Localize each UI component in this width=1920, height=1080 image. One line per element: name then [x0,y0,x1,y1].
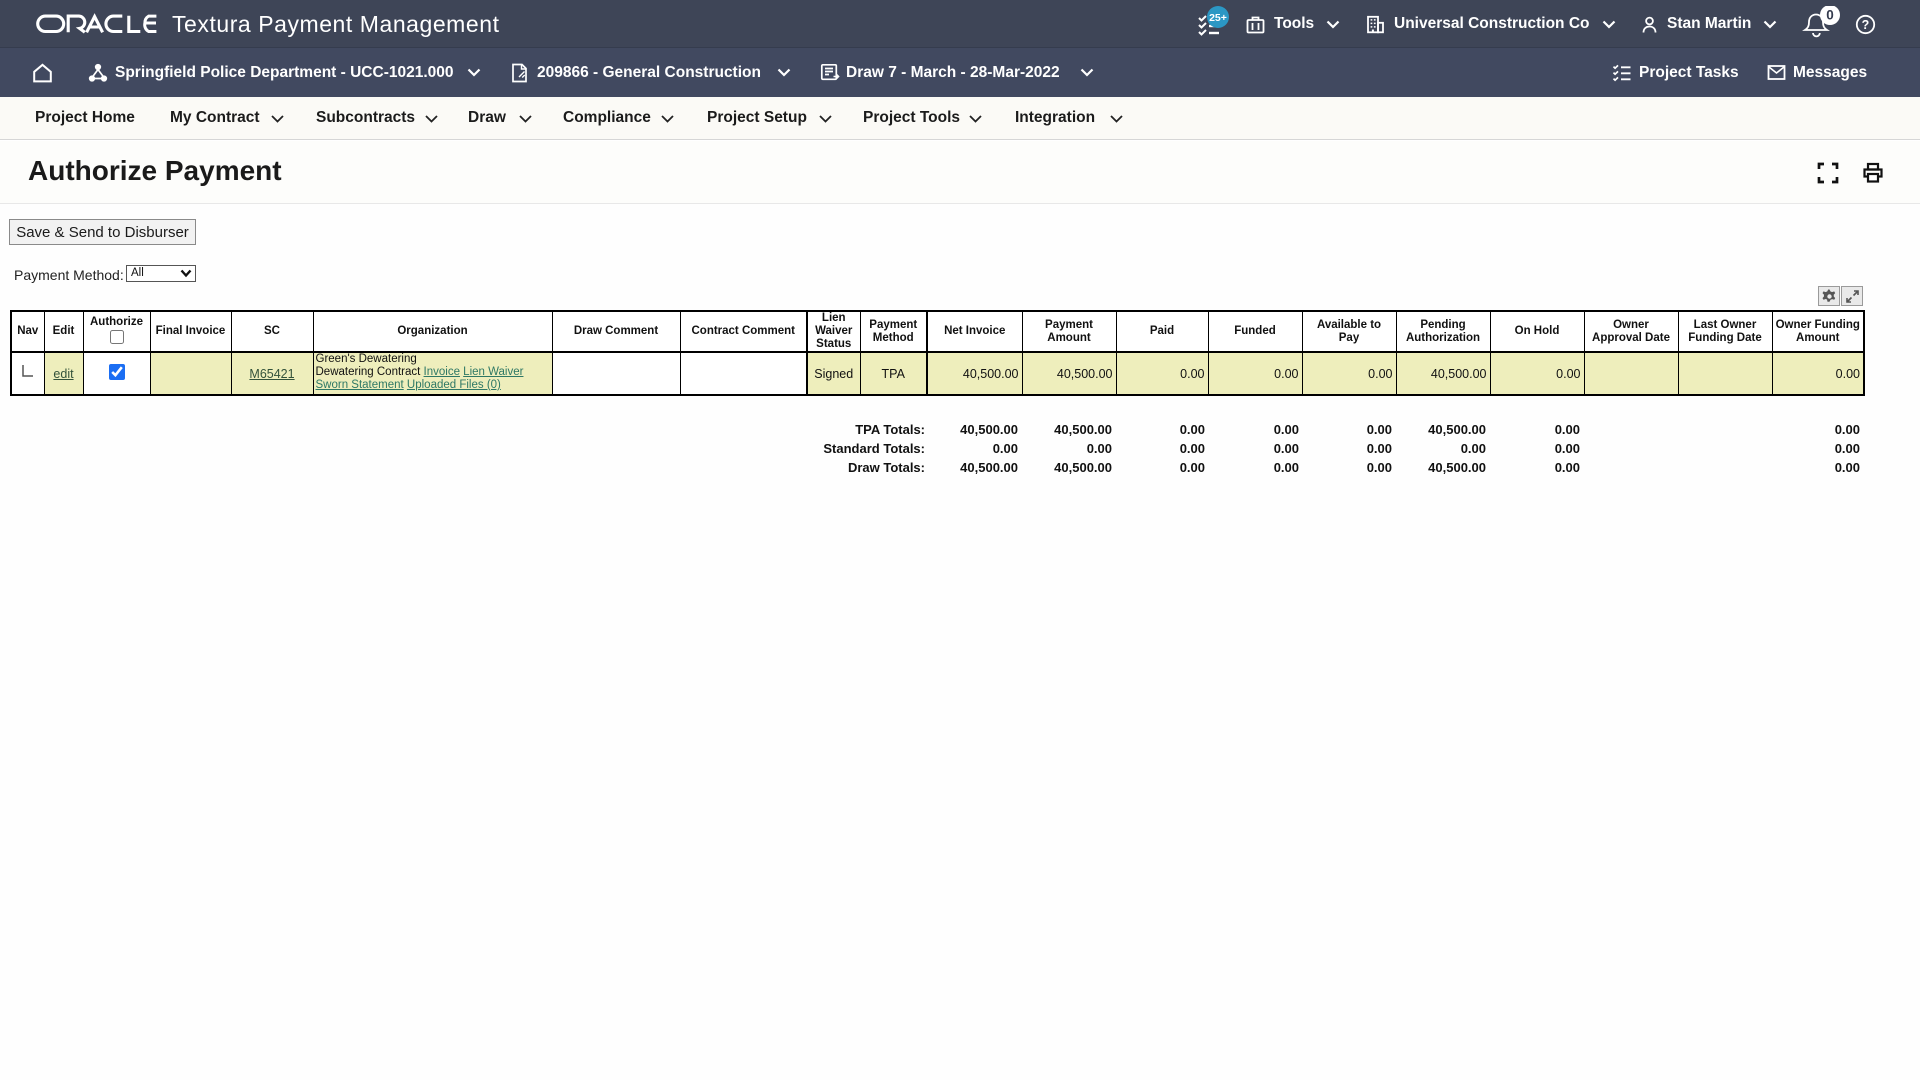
svg-text:25+: 25+ [1209,12,1227,24]
svg-text:?: ? [1862,18,1870,32]
svg-text:0: 0 [1826,8,1834,23]
